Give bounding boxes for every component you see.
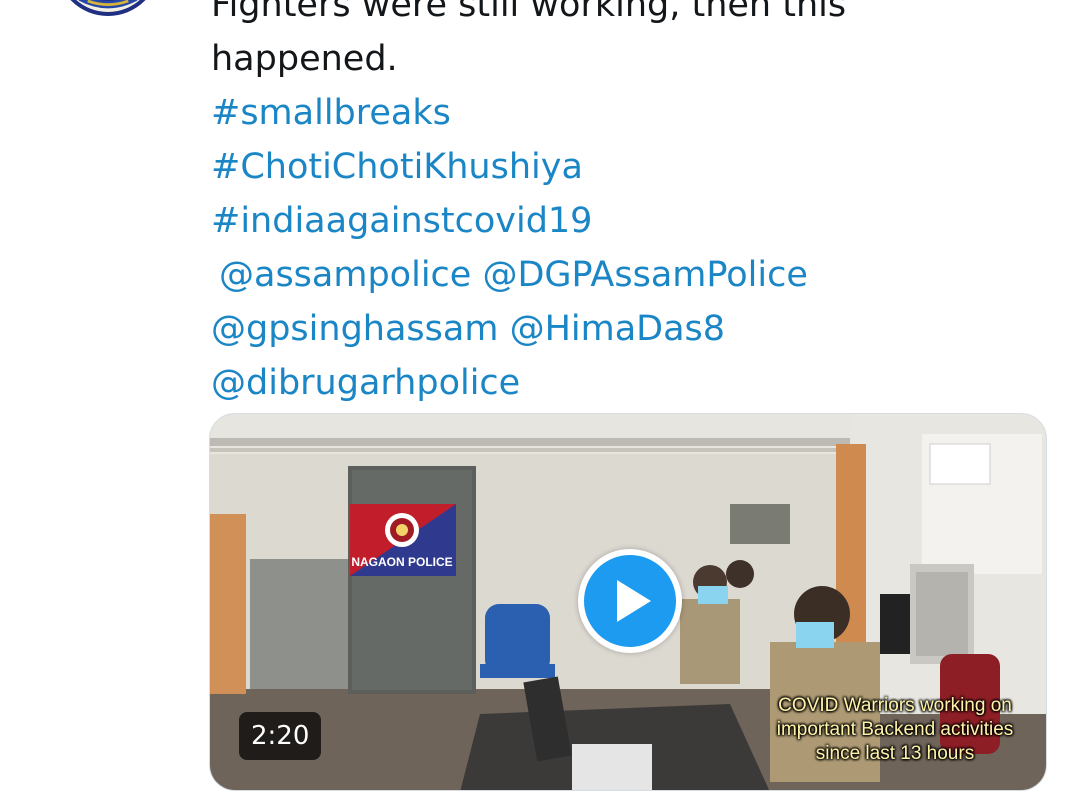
- mention-link[interactable]: @assampolice: [219, 255, 471, 295]
- hashtag-link[interactable]: #smallbreaks: [211, 86, 1051, 140]
- caption-line: important Backend activities: [776, 719, 1014, 740]
- hashtag-link[interactable]: #ChotiChotiKhushiya: [211, 140, 1051, 194]
- mentions-line: @gpsinghassam @HimaDas8: [211, 302, 1051, 356]
- video-caption-overlay: COVID Warriors working on important Back…: [750, 694, 1040, 766]
- tweet-text: Fighters were still working, then this h…: [211, 0, 1051, 410]
- tweet-page: Fighters were still working, then this h…: [0, 0, 1080, 810]
- tweet-text-line: happened.: [211, 39, 398, 79]
- play-icon: [617, 580, 651, 622]
- video-player[interactable]: NAGAON POLICE 2:20 COVID Warriors workin…: [209, 413, 1047, 791]
- video-duration-badge: 2:20: [239, 712, 322, 760]
- avatar[interactable]: [56, 0, 160, 16]
- play-button[interactable]: [578, 549, 682, 653]
- police-emblem-icon: [78, 0, 138, 11]
- mention-link[interactable]: @dibrugarhpolice: [211, 363, 520, 403]
- mentions-line: @dibrugarhpolice: [211, 356, 1051, 410]
- mentions-line: @assampolice @DGPAssamPolice: [211, 248, 1051, 302]
- caption-line: COVID Warriors working on: [778, 695, 1012, 716]
- tweet-text-line: Fighters were still working, then this: [211, 0, 847, 25]
- mention-link[interactable]: @gpsinghassam: [211, 309, 498, 349]
- caption-line: since last 13 hours: [815, 743, 975, 764]
- hashtag-link[interactable]: #indiaagainstcovid19: [211, 194, 1051, 248]
- mention-link[interactable]: @HimaDas8: [510, 309, 726, 349]
- nagaon-police-sign: NAGAON POLICE: [351, 555, 452, 569]
- mention-link[interactable]: @DGPAssamPolice: [482, 255, 807, 295]
